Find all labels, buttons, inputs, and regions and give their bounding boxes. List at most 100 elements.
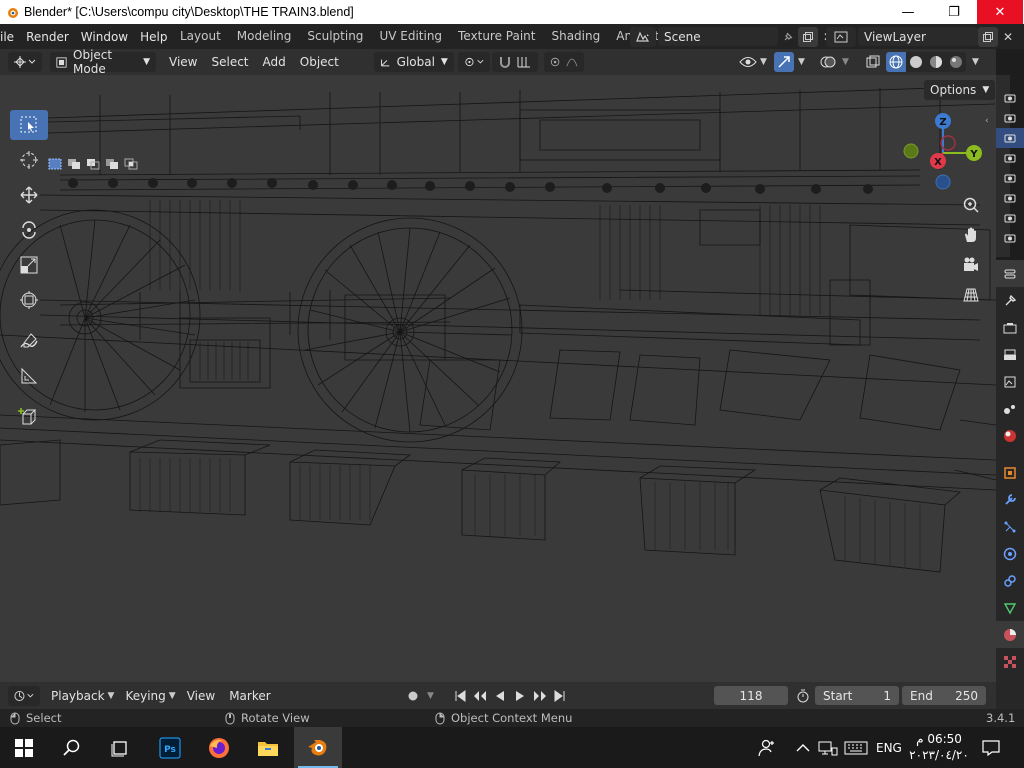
tab-texture-paint[interactable]: Texture Paint [450, 24, 543, 49]
camera-icon[interactable] [996, 88, 1024, 108]
move-tool[interactable] [10, 180, 48, 210]
jump-start-icon[interactable] [450, 686, 470, 706]
annotate-tool[interactable] [10, 326, 48, 356]
zoom-icon[interactable] [958, 192, 984, 218]
menu-select[interactable]: Select [204, 55, 255, 69]
scene-browse-icon[interactable] [630, 26, 656, 47]
material-properties-icon[interactable] [996, 621, 1024, 648]
camera-icon[interactable] [996, 208, 1024, 228]
next-keyframe-icon[interactable] [530, 686, 550, 706]
select-invert-icon[interactable] [103, 156, 121, 172]
proportional-editing[interactable] [543, 52, 584, 72]
camera-icon[interactable] [996, 128, 1024, 148]
start-button[interactable] [0, 727, 48, 768]
mesh-data-properties-icon[interactable] [996, 594, 1024, 621]
camera-icon[interactable] [996, 148, 1024, 168]
navigation-gizmo[interactable]: Z X Y [898, 108, 988, 198]
pan-hand-icon[interactable] [958, 222, 984, 248]
taskbar-blender[interactable] [294, 727, 342, 768]
scale-tool[interactable] [10, 250, 48, 280]
3d-viewport[interactable]: Options ▼ Z X Y [0, 75, 996, 682]
taskbar-photoshop[interactable]: Ps [146, 727, 194, 768]
visibility-eye-icon[interactable] [738, 52, 758, 72]
close-button[interactable]: ✕ [977, 0, 1023, 24]
camera-icon[interactable] [996, 228, 1024, 248]
active-tool-icon[interactable] [996, 287, 1024, 314]
prev-keyframe-icon[interactable] [470, 686, 490, 706]
select-box-tool[interactable] [10, 110, 48, 140]
world-properties-icon[interactable] [996, 422, 1024, 449]
wireframe-shading-icon[interactable] [886, 52, 906, 72]
camera-icon[interactable] [996, 188, 1024, 208]
keyboard-icon[interactable] [844, 727, 868, 768]
menu-keying[interactable]: Keying [118, 689, 172, 703]
menu-timeline-view[interactable]: View [180, 689, 222, 703]
people-icon[interactable] [758, 727, 778, 768]
particles-properties-icon[interactable] [996, 513, 1024, 540]
task-view-button[interactable] [96, 727, 144, 768]
menu-playback[interactable]: Playback [44, 689, 112, 703]
editor-type-dropdown[interactable] [8, 52, 42, 72]
viewlayer-delete-icon[interactable]: ✕ [998, 27, 1018, 47]
overlays-icon[interactable] [818, 52, 838, 72]
notifications-icon[interactable] [982, 727, 1000, 768]
tray-expand-icon[interactable] [796, 727, 810, 768]
play-reverse-icon[interactable] [490, 686, 510, 706]
start-frame-field[interactable]: Start 1 [815, 686, 899, 705]
texture-properties-icon[interactable] [996, 648, 1024, 675]
tab-modeling[interactable]: Modeling [229, 24, 300, 49]
chevron-down-icon[interactable]: ▼ [760, 57, 767, 67]
camera-icon[interactable] [996, 108, 1024, 128]
transform-tool[interactable] [10, 285, 48, 315]
chevron-down-icon[interactable]: ▼ [427, 691, 434, 701]
record-icon[interactable] [403, 686, 423, 706]
menu-file[interactable]: ile [0, 30, 20, 44]
material-shading-icon[interactable] [926, 52, 946, 72]
select-intersect-icon[interactable] [122, 156, 140, 172]
jump-end-icon[interactable] [550, 686, 570, 706]
rotate-tool[interactable] [10, 215, 48, 245]
pivot-point-dropdown[interactable] [457, 52, 490, 72]
scene-name-field[interactable]: Scene [658, 27, 778, 46]
scene-properties-icon[interactable] [996, 395, 1024, 422]
stopwatch-icon[interactable] [793, 686, 813, 706]
chevron-down-icon[interactable]: ▼ [798, 57, 805, 67]
viewlayer-new-icon[interactable] [978, 26, 998, 47]
system-clock[interactable]: 06:50 م ٢٠٢٣/٠٤/٢٠ [906, 731, 972, 763]
chevron-down-icon[interactable]: ▼ [842, 57, 849, 67]
scene-pin-icon[interactable] [778, 27, 798, 47]
physics-properties-icon[interactable] [996, 540, 1024, 567]
camera-view-icon[interactable] [958, 252, 984, 278]
menu-window[interactable]: Window [75, 30, 134, 44]
scene-new-icon[interactable] [798, 26, 818, 47]
object-properties-icon[interactable] [996, 459, 1024, 486]
mode-dropdown[interactable]: Object Mode ▼ [50, 48, 156, 76]
options-dropdown[interactable]: Options ▼ [924, 80, 996, 100]
tab-sculpting[interactable]: Sculpting [299, 24, 371, 49]
viewlayer-browse-icon[interactable] [826, 26, 856, 47]
constraints-properties-icon[interactable] [996, 567, 1024, 594]
render-properties-icon[interactable] [996, 314, 1024, 341]
menu-marker[interactable]: Marker [222, 689, 277, 703]
modifier-properties-icon[interactable] [996, 486, 1024, 513]
chevron-down-icon[interactable]: ▼ [972, 57, 979, 67]
perspective-grid-icon[interactable] [958, 282, 984, 308]
snap-controls[interactable] [491, 52, 538, 72]
select-new-icon[interactable] [46, 156, 64, 172]
menu-view[interactable]: View [162, 55, 204, 69]
search-button[interactable] [48, 727, 96, 768]
view-layer-properties-icon[interactable] [996, 368, 1024, 395]
xray-toggle-icon[interactable] [863, 52, 883, 72]
camera-icon[interactable] [996, 168, 1024, 188]
chevron-left-icon[interactable]: ‹ [985, 116, 989, 126]
output-properties-icon[interactable] [996, 341, 1024, 368]
select-subtract-icon[interactable] [84, 156, 102, 172]
menu-render[interactable]: Render [20, 30, 75, 44]
cursor-tool[interactable] [10, 145, 48, 175]
taskbar-file-explorer[interactable] [244, 727, 292, 768]
add-cube-tool[interactable] [10, 402, 48, 432]
language-indicator[interactable]: ENG [876, 727, 902, 768]
tab-shading[interactable]: Shading [543, 24, 608, 49]
current-frame-field[interactable]: 118 [714, 686, 788, 705]
show-gizmo-icon[interactable] [774, 52, 794, 72]
